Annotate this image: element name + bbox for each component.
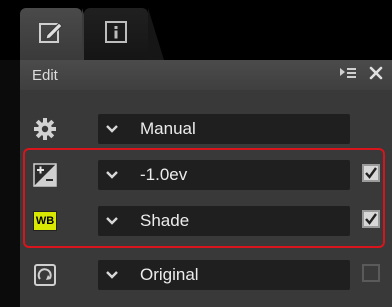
row-white-balance: WB Shade <box>20 202 392 238</box>
picture-control-icon <box>32 262 58 288</box>
white-balance-dropdown[interactable]: Shade <box>98 206 350 236</box>
menu-expand-icon <box>339 66 357 85</box>
chevron-down-icon <box>106 217 118 225</box>
white-balance-icon: WB <box>32 208 58 234</box>
tab-edit[interactable] <box>20 8 98 60</box>
wb-badge: WB <box>33 211 57 231</box>
exposure-dropdown[interactable]: -1.0ev <box>98 160 350 190</box>
edit-panel: Edit Manual -1.0ev WB Shade Original <box>20 60 392 307</box>
settings-value: Manual <box>140 119 196 138</box>
white-balance-value: Shade <box>140 211 190 230</box>
close-button[interactable] <box>366 65 386 85</box>
exposure-compensation-icon <box>32 162 58 188</box>
picture-control-dropdown[interactable]: Original <box>98 260 350 290</box>
white-balance-checkbox[interactable] <box>362 210 380 228</box>
row-exposure: -1.0ev <box>20 156 392 192</box>
row-settings: Manual <box>20 110 392 146</box>
panel-header: Edit <box>20 60 392 90</box>
panel-title: Edit <box>32 67 58 84</box>
close-icon <box>369 66 383 85</box>
gear-icon <box>32 116 58 142</box>
checkmark-icon <box>365 167 377 179</box>
tab-info[interactable] <box>84 8 164 60</box>
row-picture-control: Original <box>20 256 392 292</box>
menu-expand-button[interactable] <box>338 65 358 85</box>
exposure-value: -1.0ev <box>140 165 188 184</box>
info-icon <box>104 20 128 49</box>
chevron-down-icon <box>106 271 118 279</box>
tab-bar <box>0 0 392 60</box>
exposure-checkbox[interactable] <box>362 164 380 182</box>
chevron-down-icon <box>106 171 118 179</box>
header-controls <box>338 65 386 85</box>
picture-control-value: Original <box>140 265 199 284</box>
picture-control-checkbox[interactable] <box>362 264 380 282</box>
checkmark-icon <box>365 213 377 225</box>
edit-pencil-icon <box>38 20 64 49</box>
chevron-down-icon <box>106 125 118 133</box>
settings-dropdown[interactable]: Manual <box>98 114 350 144</box>
